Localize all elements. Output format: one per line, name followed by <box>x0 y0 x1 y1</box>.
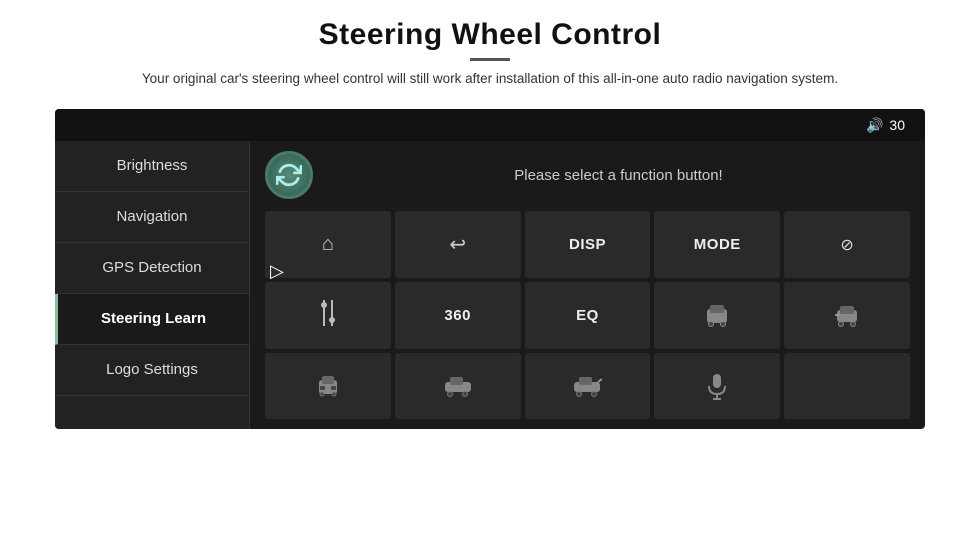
eq-label: EQ <box>576 307 599 324</box>
grid-cell-car-front[interactable] <box>265 353 391 420</box>
subtitle: Your original car's steering wheel contr… <box>142 69 838 89</box>
car-ui-panel: 🔊 30 Brightness Navigation GPS Detection… <box>55 109 925 429</box>
title-divider <box>470 58 510 61</box>
top-bar: 🔊 30 <box>55 109 925 141</box>
sidebar-item-gps-detection[interactable]: GPS Detection <box>55 243 249 294</box>
grid-cell-eq[interactable]: EQ <box>525 282 651 349</box>
grid-cell-tune[interactable] <box>265 282 391 349</box>
phone-mute-icon: ⊘ <box>840 235 853 255</box>
sidebar-item-logo-settings[interactable]: Logo Settings <box>55 345 249 396</box>
grid-cell-car-out[interactable] <box>525 353 651 420</box>
grid-cell-home[interactable]: ⌂ <box>265 211 391 278</box>
title-section: Steering Wheel Control Your original car… <box>142 18 838 89</box>
tune-icon <box>317 300 339 330</box>
back-icon: ↩ <box>449 232 466 257</box>
function-bar: Please select a function button! <box>265 151 910 199</box>
grid-cell-mode[interactable]: MODE <box>654 211 780 278</box>
sidebar-item-brightness[interactable]: Brightness <box>55 141 249 192</box>
function-prompt: Please select a function button! <box>327 167 910 184</box>
mic-icon <box>707 372 727 400</box>
page-container: Steering Wheel Control Your original car… <box>0 0 980 544</box>
mode-label: MODE <box>694 236 741 253</box>
sidebar: Brightness Navigation GPS Detection Stee… <box>55 141 250 429</box>
grid-cell-empty <box>784 353 910 420</box>
right-panel: Please select a function button! ⌂ ↩ DIS… <box>250 141 925 429</box>
home-icon: ⌂ <box>322 233 334 256</box>
car-front-icon <box>314 372 342 400</box>
sidebar-item-navigation[interactable]: Navigation <box>55 192 249 243</box>
grid-cell-icon9[interactable] <box>784 282 910 349</box>
grid-cell-phone-mute[interactable]: ⊘ <box>784 211 910 278</box>
car-icon-1 <box>703 301 731 329</box>
car-icon-2 <box>833 301 861 329</box>
grid-cell-360[interactable]: 360 <box>395 282 521 349</box>
car-side-icon <box>443 374 473 398</box>
grid-cell-car-side[interactable] <box>395 353 521 420</box>
sidebar-item-steering-learn[interactable]: Steering Learn <box>55 294 249 345</box>
volume-icon: 🔊 <box>866 117 883 134</box>
disp-label: DISP <box>569 236 606 253</box>
page-title: Steering Wheel Control <box>142 18 838 52</box>
sync-button[interactable] <box>265 151 313 199</box>
grid-cell-icon8[interactable] <box>654 282 780 349</box>
grid-cell-disp[interactable]: DISP <box>525 211 651 278</box>
volume-value: 30 <box>889 117 905 133</box>
main-content: Brightness Navigation GPS Detection Stee… <box>55 141 925 429</box>
grid-cell-back[interactable]: ↩ <box>395 211 521 278</box>
grid-area: ⌂ ↩ DISP MODE ⊘ <box>265 211 910 419</box>
grid-cell-mic[interactable] <box>654 353 780 420</box>
360-label: 360 <box>444 307 471 324</box>
car-out-icon <box>572 374 602 398</box>
